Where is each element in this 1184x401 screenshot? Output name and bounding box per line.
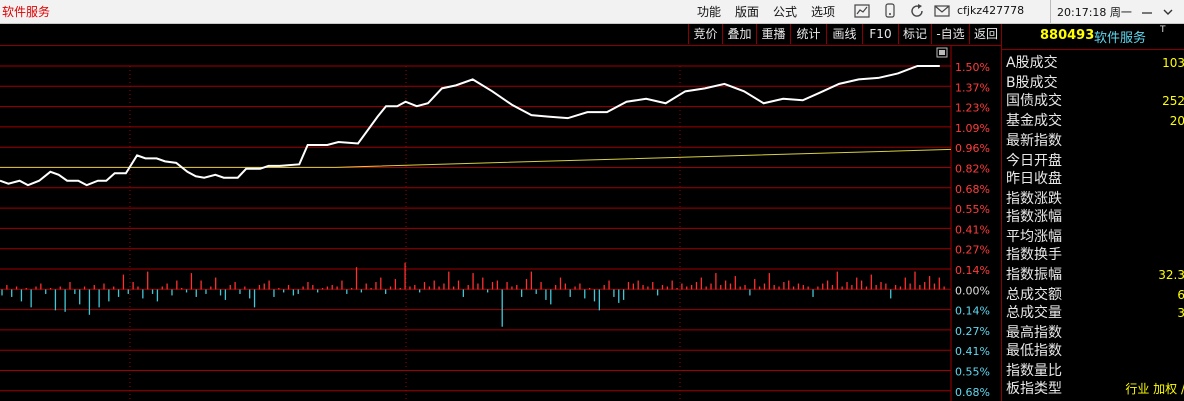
y-tick-label: 0.41% (955, 223, 990, 236)
stat-row: 昨日收盘 (1002, 170, 1184, 190)
mail-icon[interactable] (933, 2, 951, 20)
menu-function[interactable]: 功能 (697, 3, 721, 20)
remove-favorite-button[interactable]: -自选 (931, 24, 969, 44)
menu-formula[interactable]: 公式 (773, 3, 797, 20)
y-tick-label: 0.55% (955, 203, 990, 216)
y-tick-label: 0.82% (955, 163, 990, 176)
index-info-panel: 880493 软件服务 T A股成交 103 B股成交国债成交 252 基金成交 20 最新… (1001, 24, 1184, 401)
stat-value: 3 (1177, 306, 1184, 320)
y-tick-label: 0.68% (955, 386, 990, 399)
stat-label: 平均涨幅 (1006, 229, 1062, 245)
f10-button[interactable]: F10 (862, 24, 898, 44)
y-tick-label: 0.00% (955, 284, 990, 297)
stat-row: 总成交量 3 (1002, 304, 1184, 324)
stat-row: 总成交额 6 (1002, 286, 1184, 306)
volume-bars (1, 262, 945, 327)
draw-line-button[interactable]: 画线 (826, 24, 862, 44)
stat-row: 基金成交 20 (1002, 112, 1184, 132)
stat-label: 基金成交 (1006, 113, 1062, 129)
stat-value: 103 (1162, 56, 1184, 70)
replay-button[interactable]: 重播 (756, 24, 790, 44)
stat-label: 最高指数 (1006, 325, 1062, 341)
stat-label: 今日开盘 (1006, 153, 1062, 169)
y-tick-label: 1.09% (955, 122, 990, 135)
intraday-chart[interactable]: 1.50% 1.37% 1.23% 1.09% 0.96% 0.82% 0.68% 0.55%… (0, 46, 1001, 401)
stat-row: 最高指数 (1002, 324, 1184, 344)
stat-row: 国债成交 252 (1002, 92, 1184, 112)
index-code: 880493 (1040, 28, 1095, 43)
y-tick-label: 0.14% (955, 305, 990, 318)
index-mark: T (1160, 25, 1166, 35)
stat-label: 国债成交 (1006, 93, 1062, 109)
y-tick-label: 1.50% (955, 61, 990, 74)
divider (1050, 0, 1051, 23)
user-name: cfjkz427778 (957, 4, 1025, 17)
stat-row: 今日开盘 (1002, 152, 1184, 172)
stat-row: B股成交 (1002, 74, 1184, 94)
app-title: 软件服务 (2, 5, 51, 19)
stat-row: 指数振幅 32.3 (1002, 266, 1184, 286)
y-tick-label: 1.23% (955, 102, 990, 115)
stat-label: 最低指数 (1006, 343, 1062, 359)
title-bar: 软件服务 功能 版面 公式 选项 cfjkz427778 20:17:18 周一 (0, 0, 1184, 24)
y-tick-label: 0.96% (955, 142, 990, 155)
stat-row: 指数涨幅 (1002, 208, 1184, 228)
mark-button[interactable]: 标记 (898, 24, 931, 44)
y-tick-label: 0.14% (955, 264, 990, 277)
stat-label: A股成交 (1006, 55, 1058, 71)
stat-value: 32.3 (1158, 268, 1184, 282)
index-header: 880493 软件服务 T (1002, 24, 1184, 50)
menu-layout[interactable]: 版面 (735, 3, 759, 20)
stat-row: 最新指数 (1002, 132, 1184, 152)
stat-label: B股成交 (1006, 75, 1058, 91)
stat-row: A股成交 103 (1002, 54, 1184, 74)
stat-label: 最新指数 (1006, 133, 1062, 149)
stat-row: 平均涨幅 (1002, 228, 1184, 248)
menu-options[interactable]: 选项 (811, 3, 835, 20)
refresh-icon[interactable] (908, 2, 926, 20)
stat-label: 昨日收盘 (1006, 171, 1062, 187)
stat-label: 总成交量 (1006, 305, 1062, 321)
chevron-down-icon[interactable] (1161, 4, 1175, 18)
stat-label: 指数换手 (1006, 247, 1062, 263)
y-tick-label: 1.37% (955, 81, 990, 94)
back-button[interactable]: 返回 (969, 24, 1002, 44)
stat-row: 指数量比 (1002, 362, 1184, 382)
y-axis-labels: 1.50% 1.37% 1.23% 1.09% 0.96% 0.82% 0.68% 0.55%… (955, 61, 990, 399)
device-icon[interactable] (881, 2, 899, 20)
expand-icon[interactable] (936, 47, 948, 58)
stat-value: 20 (1169, 114, 1184, 128)
chart-line-icon[interactable] (853, 2, 871, 20)
y-tick-label: 0.41% (955, 345, 990, 358)
y-tick-label: 0.68% (955, 183, 990, 196)
chart-grid (0, 46, 952, 401)
stat-row: 指数换手 (1002, 246, 1184, 266)
y-tick-label: 0.55% (955, 366, 990, 379)
stat-label: 板指类型 (1006, 381, 1062, 397)
minimize-icon[interactable] (1140, 4, 1154, 18)
stat-row: 最低指数 (1002, 342, 1184, 362)
stat-value: 252 (1162, 94, 1184, 108)
chart-toolbar: 竞价 叠加 重播 统计 画线 F10 标记 -自选 返回 (0, 24, 1001, 46)
stat-label: 指数涨幅 (1006, 209, 1062, 225)
stat-row: 指数涨跌 (1002, 190, 1184, 210)
y-tick-label: 0.27% (955, 244, 990, 257)
stat-label: 总成交额 (1006, 287, 1062, 303)
statistics-button[interactable]: 统计 (790, 24, 826, 44)
clock: 20:17:18 周一 (1057, 6, 1132, 19)
stat-label: 指数量比 (1006, 363, 1062, 379)
stat-value: 行业 加权 / (1125, 382, 1184, 396)
overlay-button[interactable]: 叠加 (722, 24, 756, 44)
auction-button[interactable]: 竞价 (688, 24, 722, 44)
y-tick-label: 0.27% (955, 325, 990, 338)
index-name: 软件服务 (1094, 31, 1147, 46)
stat-value: 6 (1177, 288, 1184, 302)
stat-label: 指数振幅 (1006, 267, 1062, 283)
stat-label: 指数涨跌 (1006, 191, 1062, 207)
stat-row: 板指类型 行业 加权 / (1002, 380, 1184, 400)
